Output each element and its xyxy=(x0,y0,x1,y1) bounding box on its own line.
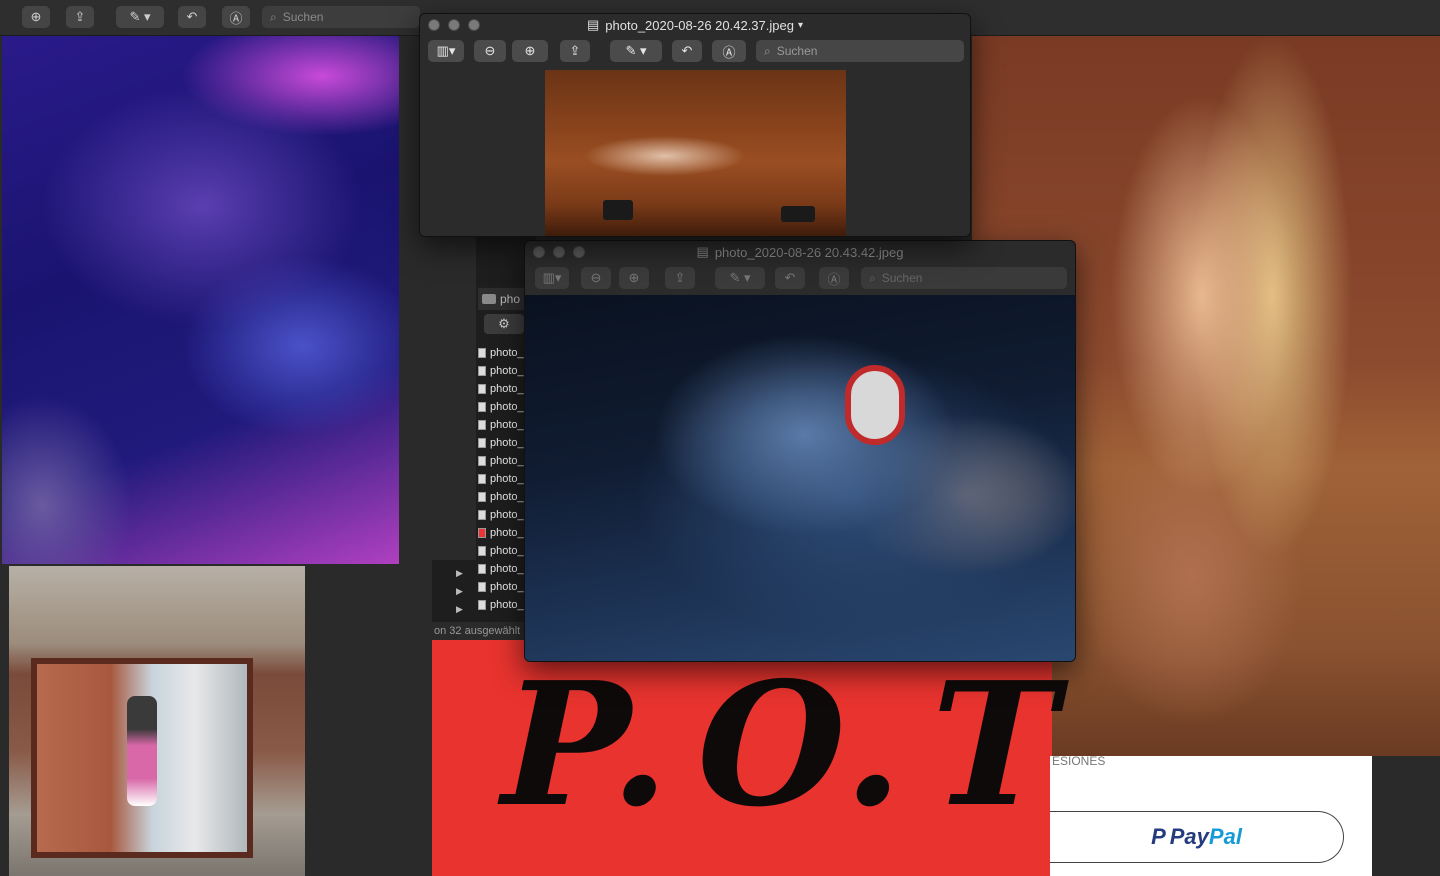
paypal-text-pal: Pal xyxy=(1208,824,1242,849)
file-icon xyxy=(478,402,486,412)
gear-icon[interactable]: ⚙ xyxy=(484,314,524,334)
file-name: photo_ xyxy=(490,509,524,521)
file-name: photo_ xyxy=(490,365,524,377)
window-title-bar: ▤ photo_2020-08-26 20.42.37.jpeg ▾ xyxy=(420,14,970,36)
share-icon[interactable]: ⇪ xyxy=(560,40,590,62)
file-icon xyxy=(478,510,486,520)
poster-red: P.O.T xyxy=(432,640,1096,876)
sidebar-toggle-icon[interactable]: ▥▾ xyxy=(428,40,464,62)
zoom-out-icon[interactable]: ⊖ xyxy=(474,40,506,62)
file-icon xyxy=(478,456,486,466)
search-placeholder: Suchen xyxy=(881,271,923,285)
file-name: photo_ xyxy=(490,383,524,395)
file-name: photo_ xyxy=(490,473,524,485)
paypal-text-pay: Pay xyxy=(1169,824,1209,849)
file-icon xyxy=(478,600,486,610)
share-icon[interactable]: ⇪ xyxy=(665,267,695,289)
disclosure-triangle-icon[interactable]: ▶ xyxy=(456,586,463,597)
file-icon xyxy=(478,564,486,574)
file-name: photo_ xyxy=(490,401,524,413)
disclosure-triangle-icon[interactable]: ▶ xyxy=(456,568,463,579)
chevron-down-icon[interactable]: ▾ xyxy=(798,20,803,31)
search-icon: ⌕ xyxy=(869,270,876,285)
search-field[interactable]: ⌕ Suchen xyxy=(861,267,1067,289)
zoom-in-icon[interactable]: ⊕ xyxy=(22,6,50,28)
search-placeholder: Suchen xyxy=(776,44,818,58)
search-field[interactable]: ⌕ Suchen xyxy=(756,40,964,62)
document-icon: ▤ xyxy=(696,244,709,259)
annotate-icon[interactable]: Ⓐ xyxy=(819,267,849,289)
window-toolbar: ▥▾ ⊖ ⊕ ⇪ ✎ ▾ ↶ Ⓐ ⌕ Suchen xyxy=(420,36,970,68)
search-icon: ⌕ xyxy=(764,43,771,58)
file-icon xyxy=(478,546,486,556)
window-title-bar: ▤ photo_2020-08-26 20.43.42.jpeg xyxy=(525,241,1075,263)
zoom-in-icon[interactable]: ⊕ xyxy=(619,267,649,289)
file-name: photo_ xyxy=(490,581,524,593)
image-canvas xyxy=(420,68,970,236)
preview-window-front[interactable]: ▤ photo_2020-08-26 20.42.37.jpeg ▾ ▥▾ ⊖ … xyxy=(419,13,971,237)
poster-title: P.O.T xyxy=(480,645,1096,845)
file-icon xyxy=(478,528,486,538)
file-icon xyxy=(478,366,486,376)
paypal-button[interactable]: P Pay Pal xyxy=(1050,811,1344,863)
web-payment-area: ESIONES P Pay Pal xyxy=(1050,754,1372,876)
file-name: photo_ xyxy=(490,545,524,557)
file-icon xyxy=(478,384,486,394)
file-name: photo_ xyxy=(490,527,524,539)
share-icon[interactable]: ⇪ xyxy=(66,6,94,28)
annotate-icon[interactable]: Ⓐ xyxy=(222,6,250,28)
file-name: photo_ xyxy=(490,563,524,575)
finder-status-bar: on 32 ausgewählt xyxy=(432,622,528,640)
rotate-icon[interactable]: ↶ xyxy=(178,6,206,28)
window-title: photo_2020-08-26 20.42.37.jpeg xyxy=(605,17,794,33)
document-icon: ▤ xyxy=(587,17,600,32)
file-icon xyxy=(478,492,486,502)
zoom-out-icon[interactable]: ⊖ xyxy=(581,267,611,289)
disclosure-triangle-icon[interactable]: ▶ xyxy=(456,604,463,615)
markup-pen-icon[interactable]: ✎ ▾ xyxy=(116,6,164,28)
file-icon xyxy=(478,582,486,592)
rotate-icon[interactable]: ↶ xyxy=(672,40,702,62)
file-icon xyxy=(478,420,486,430)
photo-stage-floor xyxy=(545,70,846,236)
file-icon xyxy=(478,348,486,358)
file-icon xyxy=(478,474,486,484)
sidebar-toggle-icon[interactable]: ▥▾ xyxy=(535,267,569,289)
file-name: photo_ xyxy=(490,455,524,467)
window-toolbar: ▥▾ ⊖ ⊕ ⇪ ✎ ▾ ↶ Ⓐ ⌕ Suchen xyxy=(525,263,1075,295)
file-name: photo_ xyxy=(490,437,524,449)
mask-detail xyxy=(845,365,905,445)
photo-left-purple xyxy=(2,36,399,564)
background-search-field[interactable]: ⌕ Suchen xyxy=(262,6,420,28)
preview-window-back[interactable]: ▤ photo_2020-08-26 20.43.42.jpeg ▥▾ ⊖ ⊕ … xyxy=(524,240,1076,662)
rotate-icon[interactable]: ↶ xyxy=(775,267,805,289)
photo-street-mirror xyxy=(9,566,305,876)
zoom-in-icon[interactable]: ⊕ xyxy=(512,40,548,62)
markup-pen-icon[interactable]: ✎ ▾ xyxy=(610,40,662,62)
window-title: photo_2020-08-26 20.43.42.jpeg xyxy=(714,244,904,260)
file-name: photo_ xyxy=(490,491,524,503)
annotate-icon[interactable]: Ⓐ xyxy=(712,40,746,62)
person-figure xyxy=(127,696,157,806)
search-icon: ⌕ xyxy=(270,9,277,24)
stage-light-left xyxy=(603,200,633,220)
markup-pen-icon[interactable]: ✎ ▾ xyxy=(715,267,765,289)
file-name: photo_ xyxy=(490,419,524,431)
file-icon xyxy=(478,438,486,448)
finder-folder-label: pho xyxy=(500,292,521,306)
paypal-logo-icon: P xyxy=(1151,824,1166,849)
image-canvas xyxy=(525,295,1075,661)
file-name: photo_ xyxy=(490,347,524,359)
file-name: photo_ xyxy=(490,599,524,611)
stage-light-right xyxy=(781,206,815,222)
folder-icon xyxy=(482,294,496,304)
section-label: ESIONES xyxy=(1052,754,1106,768)
background-search-placeholder: Suchen xyxy=(282,10,324,24)
